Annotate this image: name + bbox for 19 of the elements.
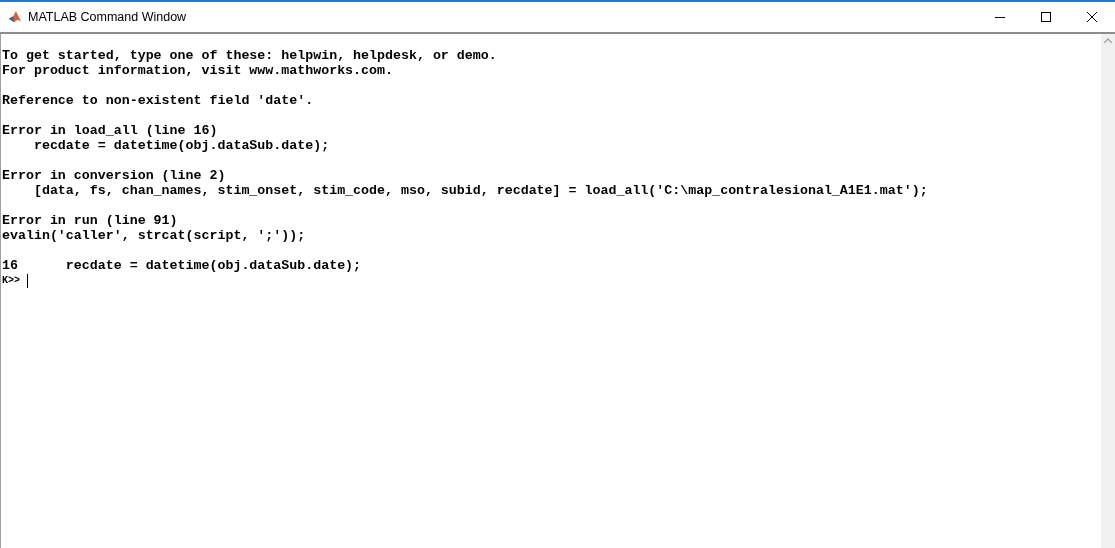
command-prompt: K>> [2, 274, 20, 288]
scrollbar[interactable] [1101, 34, 1115, 548]
app-logo-icon [8, 10, 22, 24]
maximize-icon [1041, 12, 1051, 22]
window-title: MATLAB Command Window [28, 8, 187, 26]
output-line: Error in run (line 91) [2, 213, 179, 228]
output-line: For product information, visit www.mathworks.com. [2, 63, 394, 78]
output-line: [data, fs, chan_names, stim_onset, stim_code, mso, subid, recdate] = load_all('C:\map_contralesional_A1E1.mat'); [32, 183, 929, 198]
output-line: Error in load_all (line 16) [2, 123, 219, 138]
scroll-up-icon [1104, 38, 1112, 43]
output-line: Reference to non-existent field 'date'. [2, 93, 315, 108]
output-line: evalin('caller', strcat(script, ';')); [2, 228, 307, 243]
close-icon [1087, 12, 1097, 22]
text-cursor [27, 273, 28, 288]
output-line: Error in conversion (line 2) [2, 168, 227, 183]
output-line: recdate = datetime(obj.dataSub.date); [32, 138, 331, 153]
output-line: 16 recdate = datetime(obj.dataSub.date); [2, 258, 363, 273]
output-line: To get started, type one of these: helpwin, helpdesk, or demo. [2, 48, 498, 63]
minimize-icon [995, 16, 1005, 18]
